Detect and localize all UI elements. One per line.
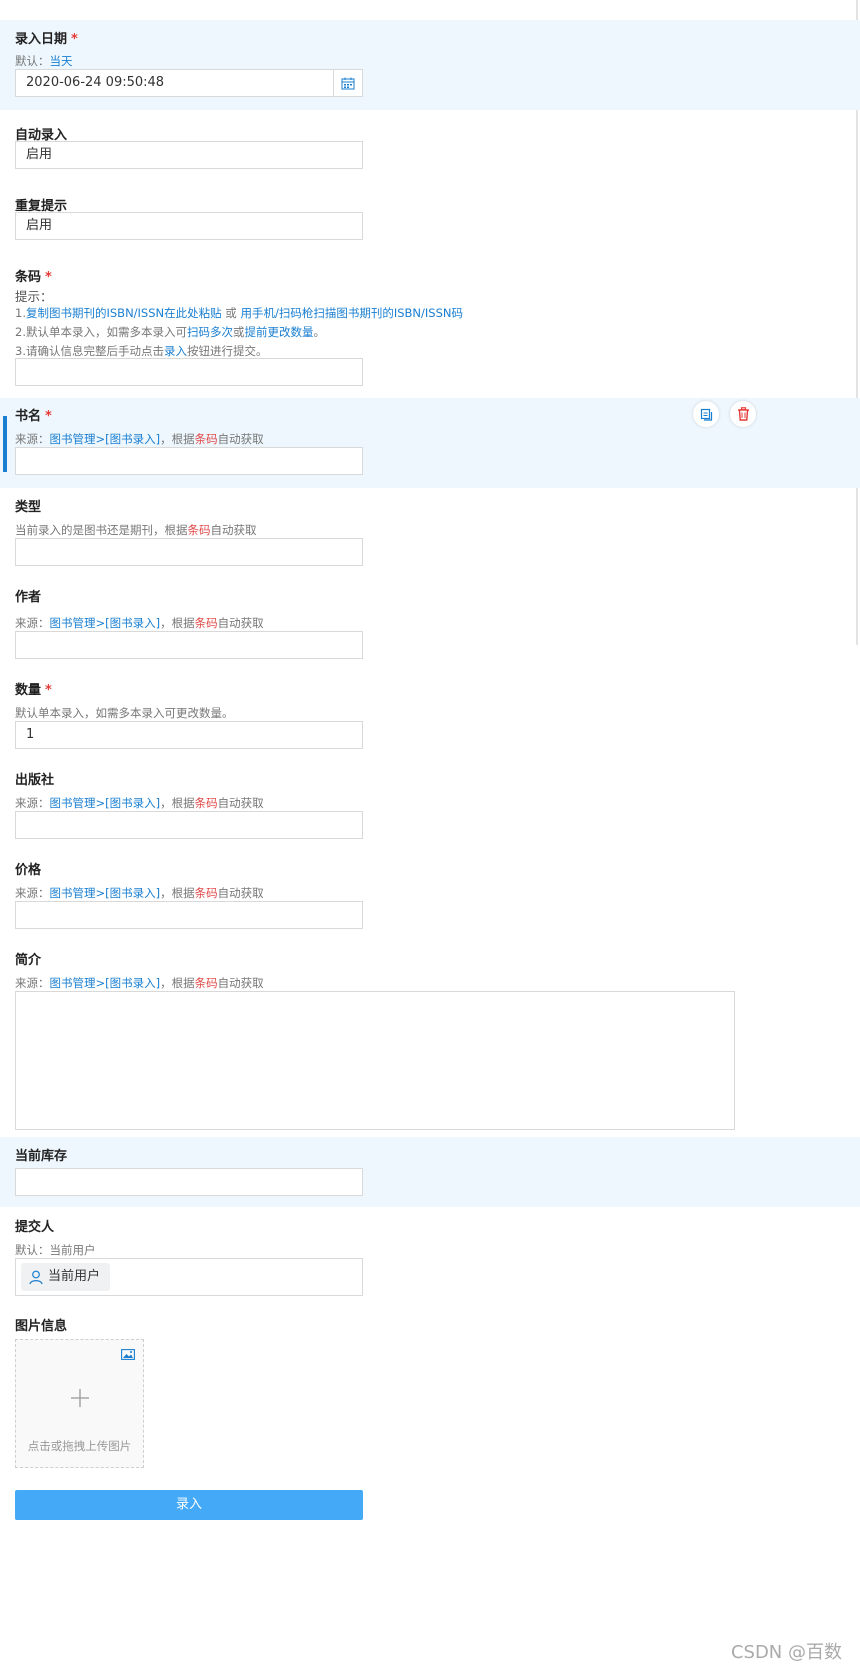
type-label: 类型 <box>15 500 42 515</box>
quantity-hint: 默认单本录入，如需多本录入可更改数量。 <box>15 706 234 720</box>
user-tag[interactable]: 当前用户 <box>21 1263 111 1291</box>
image-label: 图片信息 <box>15 1319 68 1334</box>
upload-hint: 点击或拖拽上传图片 <box>27 1439 132 1453</box>
plus-icon <box>71 1389 89 1407</box>
quantity-input[interactable]: 1 <box>15 721 363 749</box>
intro-label: 简介 <box>15 953 42 968</box>
submit-button[interactable]: 录入 <box>15 1490 363 1520</box>
submitter-hint: 默认：当前用户 <box>15 1243 96 1257</box>
submitter-field[interactable]: 当前用户 <box>15 1258 363 1296</box>
book-name-label: 书名 * <box>15 409 52 424</box>
barcode-hint-line3: 3.请确认信息完整后手动点击录入按钮进行提交。 <box>15 344 268 358</box>
barcode-hint-line2: 2.默认单本录入，如需多本录入可扫码多次或提前更改数量。 <box>15 325 325 339</box>
stock-input[interactable] <box>15 1168 363 1196</box>
author-hint: 来源：图书管理>[图书录入]，根据条码自动获取 <box>15 616 264 630</box>
publisher-label: 出版社 <box>15 773 55 788</box>
image-upload-area[interactable]: 点击或拖拽上传图片 <box>15 1339 144 1468</box>
stock-label: 当前库存 <box>15 1149 68 1164</box>
entry-date-value: 2020-06-24 09:50:48 <box>26 75 165 90</box>
barcode-input[interactable] <box>15 358 363 386</box>
book-name-section: 书名 * 来源：图书管理>[图书录入]，根据条码自动获取 <box>0 398 860 488</box>
image-icon <box>121 1349 135 1360</box>
user-tag-label: 当前用户 <box>48 1269 101 1284</box>
barcode-hint-line1: 1.复制图书期刊的ISBN/ISSN在此处粘贴 或 用手机/扫码枪扫描图书期刊的… <box>15 306 463 320</box>
active-field-indicator <box>3 416 7 472</box>
copy-icon <box>700 408 712 421</box>
quantity-label: 数量 * <box>15 683 52 698</box>
entry-date-input[interactable]: 2020-06-24 09:50:48 <box>15 69 363 97</box>
price-label: 价格 <box>15 863 42 878</box>
type-hint: 当前录入的是图书还是期刊，根据条码自动获取 <box>15 523 257 537</box>
repeat-prompt-select[interactable]: 启用 <box>15 212 363 240</box>
delete-field-button[interactable] <box>730 401 756 427</box>
calendar-icon[interactable] <box>333 70 362 96</box>
book-name-input[interactable] <box>15 447 363 475</box>
type-input[interactable] <box>15 538 363 566</box>
entry-date-label: 录入日期 * <box>15 32 78 47</box>
entry-date-section: 录入日期 * 默认：当天 2020-06-24 09:50:48 <box>0 20 860 110</box>
intro-hint: 来源：图书管理>[图书录入]，根据条码自动获取 <box>15 976 264 990</box>
copy-field-button[interactable] <box>693 401 719 427</box>
entry-date-hint: 默认：当天 <box>15 54 73 68</box>
user-icon <box>29 1270 43 1284</box>
trash-icon <box>737 407 749 421</box>
auto-entry-select[interactable]: 启用 <box>15 141 363 169</box>
author-input[interactable] <box>15 631 363 659</box>
price-input[interactable] <box>15 901 363 929</box>
intro-textarea[interactable] <box>15 991 735 1130</box>
author-label: 作者 <box>15 590 42 605</box>
submitter-label: 提交人 <box>15 1220 55 1235</box>
barcode-hint-title: 提示： <box>15 289 53 304</box>
stock-section: 当前库存 <box>0 1137 860 1207</box>
barcode-label: 条码 * <box>15 270 52 285</box>
book-name-hint: 来源：图书管理>[图书录入]，根据条码自动获取 <box>15 432 264 446</box>
publisher-input[interactable] <box>15 811 363 839</box>
publisher-hint: 来源：图书管理>[图书录入]，根据条码自动获取 <box>15 796 264 810</box>
watermark: CSDN @百数 <box>730 1642 842 1663</box>
price-hint: 来源：图书管理>[图书录入]，根据条码自动获取 <box>15 886 264 900</box>
